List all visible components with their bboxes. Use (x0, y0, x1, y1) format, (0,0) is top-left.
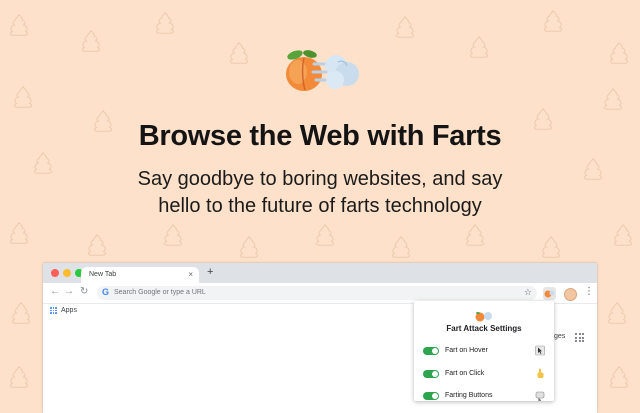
farting-buttons-toggle[interactable] (423, 392, 439, 400)
reload-icon[interactable]: ↻ (80, 286, 88, 297)
pointing-hand-icon (537, 368, 544, 378)
peach-and-dash-icon (286, 50, 359, 91)
poop-outline-icon (542, 236, 560, 258)
google-g-icon: G (102, 287, 110, 297)
omnibox-placeholder: Search Google or type a URL (114, 289, 206, 296)
subheadline: Say goodbye to boring websites, and say … (100, 166, 540, 220)
poop-outline-icon (470, 36, 488, 58)
poop-outline-icon (10, 14, 28, 36)
poop-outline-icon (10, 222, 28, 244)
bookmark-apps[interactable]: Apps (61, 307, 77, 314)
poop-outline-icon (466, 224, 484, 246)
setting-row-farting-buttons: Farting Buttons (414, 389, 554, 403)
minimize-window-button[interactable] (63, 269, 71, 277)
poop-outline-icon (584, 158, 602, 180)
fart-attack-popup: Fart Attack Settings Fart on Hover Fart … (414, 301, 554, 401)
dash-cloud-icon (311, 55, 359, 89)
tab-close-icon[interactable]: × (188, 270, 193, 279)
poop-outline-icon (544, 10, 562, 32)
images-link-fragment[interactable]: ges (554, 333, 565, 340)
apps-grid-icon[interactable] (50, 307, 57, 314)
profile-avatar[interactable] (564, 288, 577, 301)
subheadline-line-1: Say goodbye to boring websites, and say (137, 168, 503, 190)
poop-outline-icon (610, 366, 628, 388)
poop-outline-icon (156, 12, 174, 34)
fart-extension-icon[interactable] (543, 287, 556, 300)
poop-outline-icon (164, 224, 182, 246)
setting-row-fart-on-click: Fart on Click (414, 367, 554, 381)
tab-new-tab[interactable]: New Tab × (81, 267, 199, 283)
omnibox[interactable]: G Search Google or type a URL ☆ (97, 286, 537, 300)
poop-outline-icon (396, 16, 414, 38)
poop-outline-icon (14, 86, 32, 108)
back-arrow-icon[interactable]: ← (50, 286, 60, 297)
peach-icon (544, 290, 555, 298)
poop-outline-icon (604, 88, 622, 110)
setting-label: Fart on Hover (445, 347, 488, 354)
fart-on-hover-toggle[interactable] (423, 347, 439, 355)
cursor-card-icon (535, 345, 545, 356)
new-tab-button[interactable]: + (207, 266, 213, 278)
subheadline-line-2: hello to the future of farts technology (158, 195, 482, 217)
poop-outline-icon (240, 236, 258, 258)
poop-outline-icon (12, 302, 30, 324)
fart-on-click-toggle[interactable] (423, 370, 439, 378)
browser-toolbar: ← → ↻ G Search Google or type a URL ☆ ⋮ (43, 283, 597, 303)
poop-outline-icon (230, 42, 248, 64)
poop-outline-icon (608, 302, 626, 324)
setting-label: Fart on Click (445, 370, 485, 377)
poop-outline-icon (88, 234, 106, 256)
poop-outline-icon (392, 236, 410, 258)
setting-row-fart-on-hover: Fart on Hover (414, 344, 554, 358)
google-apps-icon[interactable] (575, 333, 584, 342)
setting-label: Farting Buttons (445, 392, 493, 399)
poop-outline-icon (34, 152, 52, 174)
peach-icon (286, 50, 322, 91)
browser-menu-icon[interactable]: ⋮ (584, 286, 594, 297)
headline: Browse the Web with Farts (138, 120, 502, 152)
peach-and-dash-icon (475, 312, 492, 322)
poop-outline-icon (10, 366, 28, 388)
bookmark-star-icon[interactable]: ☆ (524, 287, 532, 298)
button-icon (535, 391, 545, 401)
poop-outline-icon (82, 30, 100, 52)
poop-outline-icon (614, 224, 632, 246)
popup-title: Fart Attack Settings (446, 324, 522, 333)
tab-title: New Tab (89, 271, 117, 278)
forward-arrow-icon[interactable]: → (64, 286, 74, 297)
poop-outline-icon (610, 42, 628, 64)
browser-titlebar: New Tab × + (43, 263, 597, 283)
close-window-button[interactable] (51, 269, 59, 277)
poop-outline-icon (316, 224, 334, 246)
